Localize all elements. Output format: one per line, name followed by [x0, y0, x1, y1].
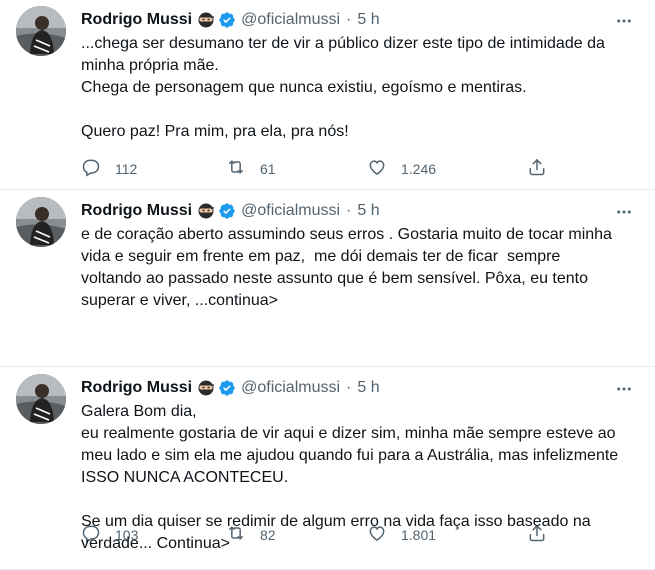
tweet-text-line: e de coração aberto assumindo seus erros…: [81, 226, 612, 243]
tweet-text-gap: [81, 99, 641, 121]
separator-dot: ·: [346, 379, 352, 396]
like-count: 1.246: [401, 161, 437, 177]
tweet-text-line: minha própria mãe.: [81, 57, 219, 74]
author-name[interactable]: Rodrigo Mussi: [81, 202, 192, 220]
separator-dot: ·: [346, 11, 352, 28]
tweet-text-gap: [81, 489, 641, 511]
tweet-text-line: Quero paz! Pra mim, pra ela, pra nós!: [81, 123, 349, 140]
tweet-text-line: vida e seguir em frente em paz, me dói d…: [81, 248, 561, 265]
tweet[interactable]: Rodrigo Mussi @oficialmussi · 5 h Galera…: [0, 368, 655, 570]
tweet-header: Rodrigo Mussi @oficialmussi · 5 h: [81, 377, 380, 399]
divider: [0, 189, 655, 190]
tweet-text: e de coração aberto assumindo seus erros…: [81, 224, 641, 312]
reply-count: 112: [115, 161, 138, 177]
more-options-icon[interactable]: [615, 380, 633, 398]
tweet-text-line: voltando ao passado neste assunto que é …: [81, 270, 589, 287]
like-button[interactable]: 1.246: [367, 157, 436, 181]
author-handle[interactable]: @oficialmussi: [241, 202, 340, 220]
retweet-icon: [226, 157, 246, 182]
verified-badge-icon: [218, 379, 236, 397]
ninja-emoji-icon: [198, 380, 215, 396]
tweet-header: Rodrigo Mussi @oficialmussi · 5 h: [81, 9, 380, 31]
reply-button[interactable]: 112: [81, 157, 137, 181]
tweet-text-line: ISSO NUNCA ACONTECEU.: [81, 469, 289, 486]
ninja-emoji-icon: [198, 203, 215, 219]
tweet-actions: 112 61 1.246: [81, 157, 561, 181]
verified-badge-icon: [218, 202, 236, 220]
tweet-text-line: Se um dia quiser se redimir de algum err…: [81, 513, 591, 530]
divider: [0, 366, 655, 367]
share-button[interactable]: [527, 157, 547, 181]
tweet-time[interactable]: 5 h: [357, 379, 379, 397]
tweet-text-line: Chega de personagem que nunca existiu, e…: [81, 79, 527, 96]
more-options-icon[interactable]: [615, 12, 633, 30]
tweet[interactable]: Rodrigo Mussi @oficialmussi · 5 h e de c…: [0, 191, 655, 543]
tweet-text-line: verdade... Continua>: [81, 535, 230, 552]
retweet-count: 61: [260, 161, 276, 177]
ninja-emoji-icon: [198, 12, 215, 28]
tweet-text-line: Galera Bom dia,: [81, 403, 197, 420]
reply-icon: [81, 157, 101, 182]
author-name[interactable]: Rodrigo Mussi: [81, 379, 192, 397]
author-handle[interactable]: @oficialmussi: [241, 379, 340, 397]
avatar[interactable]: [16, 197, 66, 247]
tweet-text: ...chega ser desumano ter de vir a públi…: [81, 33, 641, 143]
tweet-text-line: superar e viver, ...continua>: [81, 292, 278, 309]
verified-badge-icon: [218, 11, 236, 29]
tweet[interactable]: Rodrigo Mussi @oficialmussi · 5 h ...che…: [0, 0, 655, 190]
heart-icon: [367, 157, 387, 182]
tweet-text-line: ...chega ser desumano ter de vir a públi…: [81, 35, 605, 52]
tweet-text-line: eu realmente gostaria de vir aqui e dize…: [81, 425, 616, 442]
tweet-time[interactable]: 5 h: [357, 202, 379, 220]
tweet-time[interactable]: 5 h: [357, 11, 379, 29]
author-name[interactable]: Rodrigo Mussi: [81, 11, 192, 29]
share-icon: [527, 157, 547, 182]
tweet-header: Rodrigo Mussi @oficialmussi · 5 h: [81, 200, 380, 222]
separator-dot: ·: [346, 202, 352, 219]
author-handle[interactable]: @oficialmussi: [241, 11, 340, 29]
tweet-text: Galera Bom dia, eu realmente gostaria de …: [81, 401, 641, 555]
more-options-icon[interactable]: [615, 203, 633, 221]
avatar[interactable]: [16, 6, 66, 56]
retweet-button[interactable]: 61: [226, 157, 276, 181]
tweet-text-line: meu lado e sim ela me ajudou quando fui …: [81, 447, 619, 464]
avatar[interactable]: [16, 374, 66, 424]
